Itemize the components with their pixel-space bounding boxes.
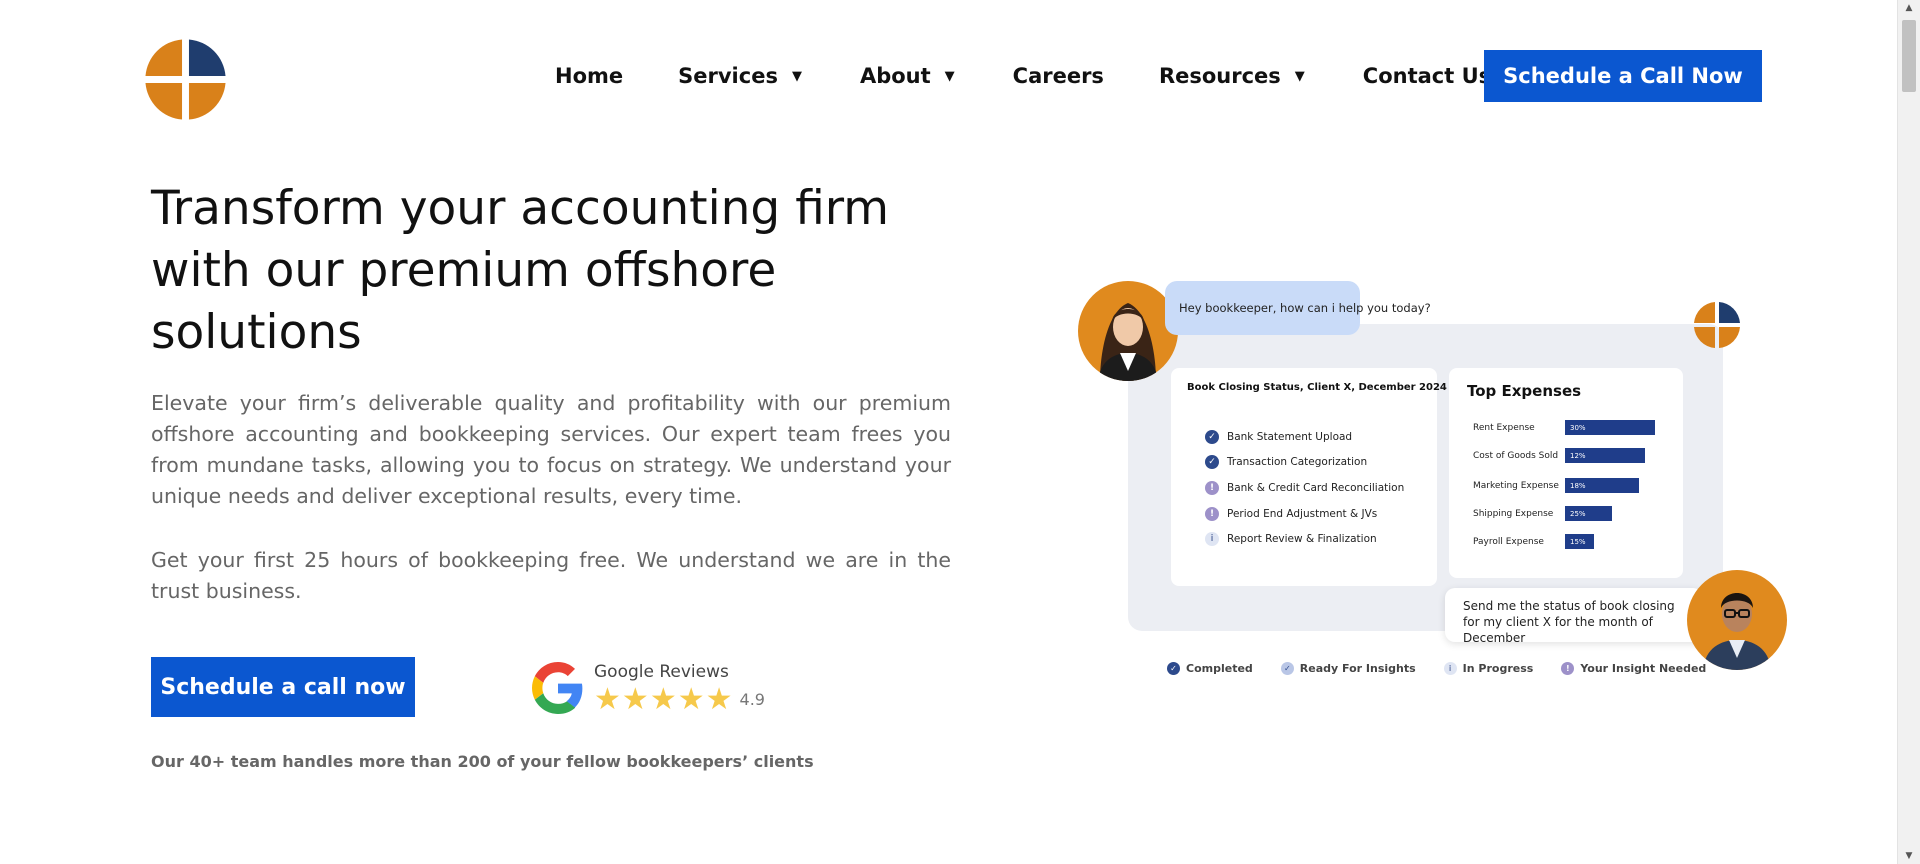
check-icon: ✓: [1280, 662, 1294, 675]
google-reviews-label: Google Reviews: [594, 661, 729, 682]
star-icon: ★: [705, 681, 733, 717]
expense-row: Shipping Expense 25%: [1473, 506, 1612, 521]
exclamation-icon: !: [1205, 507, 1219, 521]
legend-label: Ready For Insights: [1299, 662, 1416, 675]
exclamation-icon: !: [1561, 662, 1575, 675]
schedule-call-hero-button[interactable]: Schedule a call now: [151, 657, 415, 717]
expense-row: Payroll Expense 15%: [1473, 534, 1594, 549]
expense-row: Cost of Goods Sold 12%: [1473, 448, 1645, 463]
scroll-down-arrow-icon[interactable]: ▼: [1898, 848, 1920, 864]
scroll-thumb[interactable]: [1902, 20, 1916, 92]
chat-question-bubble: Hey bookkeeper, how can i help you today…: [1165, 281, 1431, 335]
star-icon: ★: [621, 681, 649, 717]
hero-offer-paragraph: Get your first 25 hours of bookkeeping f…: [151, 548, 951, 603]
main-nav: Home Services ▼ About ▼ Careers Resource…: [555, 50, 1491, 102]
hero-intro-paragraph: Elevate your firm’s deliverable quality …: [151, 391, 951, 508]
expense-label: Rent Expense: [1473, 422, 1535, 433]
expense-bar: 25%: [1565, 506, 1612, 521]
page-scrollbar[interactable]: ▲ ▼: [1897, 0, 1920, 864]
status-item: ! Bank & Credit Card Reconciliation: [1205, 481, 1404, 495]
star-icon: ★: [677, 681, 705, 717]
star-icon: ★: [594, 681, 621, 717]
client-avatar: [1687, 570, 1787, 670]
legend-item: ! Your Insight Needed: [1561, 662, 1706, 675]
expense-row: Rent Expense 30%: [1473, 420, 1655, 435]
legend-item: ✓ Ready For Insights: [1280, 662, 1416, 675]
expense-label: Cost of Goods Sold: [1473, 450, 1559, 461]
assistant-avatar: [1078, 281, 1178, 381]
nav-about[interactable]: About ▼: [860, 64, 955, 88]
status-item-label: Period End Adjustment & JVs: [1227, 508, 1378, 520]
nav-home[interactable]: Home: [555, 64, 623, 88]
nav-contact-us[interactable]: Contact Us: [1363, 64, 1491, 88]
mini-company-logo: [1694, 302, 1740, 348]
nav-about-label: About: [859, 64, 931, 88]
status-item-label: Transaction Categorization: [1227, 456, 1368, 468]
star-icon: ★: [649, 681, 677, 717]
status-item: ✓ Transaction Categorization: [1205, 455, 1367, 469]
legend-label: In Progress: [1462, 662, 1534, 675]
top-expenses-card: Top Expenses Rent Expense 30% Cost of Go…: [1449, 368, 1683, 578]
nav-services[interactable]: Services ▼: [678, 64, 802, 88]
google-reviews-badge[interactable]: Google Reviews ★ ★ ★ ★ ★ 4.9: [532, 656, 765, 720]
nav-home-label: Home: [555, 64, 624, 88]
status-item-label: Report Review & Finalization: [1227, 533, 1377, 545]
hero-title: Transform your accounting firm with our …: [151, 181, 890, 360]
team-note: Our 40+ team handles more than 200 of yo…: [151, 752, 814, 771]
scroll-up-arrow-icon[interactable]: ▲: [1898, 0, 1920, 16]
expense-row: Marketing Expense 18%: [1473, 478, 1639, 493]
check-icon: ✓: [1205, 455, 1219, 469]
status-item-label: Bank & Credit Card Reconciliation: [1227, 482, 1405, 494]
rating-score: 4.9: [739, 690, 765, 709]
exclamation-icon: !: [1205, 481, 1219, 495]
nav-careers[interactable]: Careers: [1013, 64, 1104, 88]
expense-label: Payroll Expense: [1473, 536, 1544, 547]
caret-down-icon: ▼: [944, 68, 955, 84]
status-legend: ✓ Completed ✓ Ready For Insights i In Pr…: [1167, 662, 1734, 675]
status-item: i Report Review & Finalization: [1205, 532, 1377, 546]
expense-bar: 15%: [1565, 534, 1594, 549]
chat-request-bubble: Send me the status of book closing for m…: [1445, 588, 1703, 645]
expense-bar: 18%: [1565, 478, 1639, 493]
info-icon: i: [1443, 662, 1457, 675]
company-logo[interactable]: [142, 36, 229, 123]
nav-resources-label: Resources: [1158, 64, 1281, 88]
check-icon: ✓: [1167, 662, 1180, 675]
legend-label: Your Insight Needed: [1580, 662, 1707, 675]
caret-down-icon: ▼: [1294, 68, 1305, 84]
check-icon: ✓: [1205, 430, 1219, 444]
legend-item: i In Progress: [1443, 662, 1534, 675]
hero-illustration: Book Closing Status, Client X, December …: [1075, 270, 1795, 700]
nav-careers-label: Careers: [1012, 64, 1104, 88]
book-closing-status-card: Book Closing Status, Client X, December …: [1171, 368, 1447, 586]
expense-label: Shipping Expense: [1473, 508, 1554, 519]
status-item: ✓ Bank Statement Upload: [1205, 430, 1352, 444]
legend-label: Completed: [1186, 662, 1253, 675]
schedule-call-header-button[interactable]: Schedule a Call Now: [1484, 50, 1762, 102]
expense-label: Marketing Expense: [1473, 480, 1559, 491]
nav-services-label: Services: [678, 64, 778, 88]
status-item: ! Period End Adjustment & JVs: [1205, 507, 1377, 521]
expenses-card-title: Top Expenses: [1467, 382, 1582, 400]
nav-resources[interactable]: Resources ▼: [1159, 64, 1305, 88]
status-card-title: Book Closing Status, Client X, December …: [1187, 382, 1447, 393]
expense-bar: 12%: [1565, 448, 1645, 463]
caret-down-icon: ▼: [791, 68, 802, 84]
google-g-icon: [532, 662, 583, 714]
status-item-label: Bank Statement Upload: [1227, 431, 1353, 443]
legend-item: ✓ Completed: [1167, 662, 1253, 675]
nav-contact-label: Contact Us: [1362, 64, 1492, 88]
info-icon: i: [1205, 532, 1219, 546]
expense-bar: 30%: [1565, 420, 1655, 435]
rating-stars: ★ ★ ★ ★ ★ 4.9: [594, 681, 765, 717]
